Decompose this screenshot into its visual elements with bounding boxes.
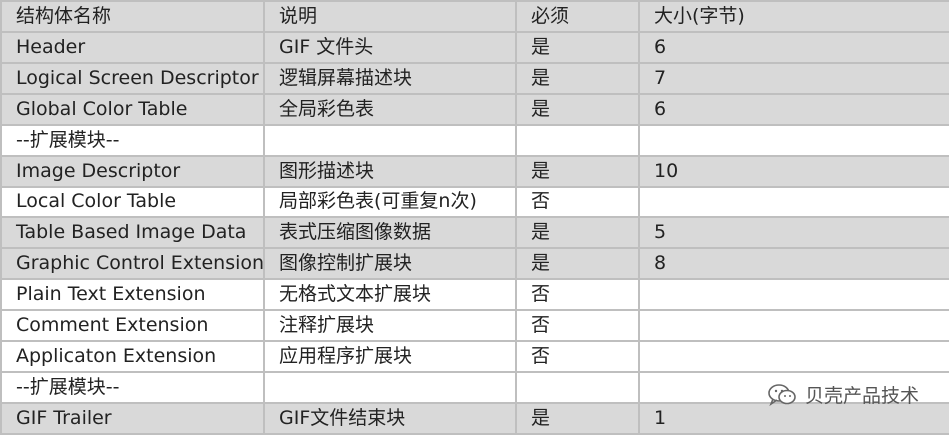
row-required-cell: 是 bbox=[515, 216, 640, 250]
row-desc-cell: 图像控制扩展块 bbox=[263, 247, 517, 281]
table-row: Global Color Table 全局彩色表 是 6 bbox=[0, 92, 949, 126]
row-size-cell: 5 bbox=[638, 216, 949, 250]
table-row: Applicaton Extension 应用程序扩展块 否 bbox=[0, 340, 949, 374]
table-row: Table Based Image Data 表式压缩图像数据 是 5 bbox=[0, 216, 949, 250]
row-required-cell: 否 bbox=[515, 278, 640, 312]
wechat-icon bbox=[767, 382, 797, 408]
row-name-cell: Image Descriptor bbox=[0, 154, 265, 188]
watermark: 贝壳产品技术 bbox=[767, 381, 919, 408]
row-name-cell: Graphic Control Extension bbox=[0, 247, 265, 281]
row-desc-cell: GIF 文件头 bbox=[263, 30, 517, 64]
row-desc-cell: 局部彩色表(可重复n次) bbox=[263, 185, 517, 219]
row-required-cell: 否 bbox=[515, 185, 640, 219]
table-header-row: 结构体名称 说明 必须 大小(字节) bbox=[0, 0, 949, 33]
row-required-cell: 是 bbox=[515, 154, 640, 188]
row-size-cell bbox=[638, 309, 949, 343]
row-required-cell: 是 bbox=[515, 247, 640, 281]
row-required-cell: 否 bbox=[515, 309, 640, 343]
row-name-cell: --扩展模块-- bbox=[0, 371, 265, 404]
table-row: Plain Text Extension 无格式文本扩展块 否 bbox=[0, 278, 949, 312]
row-name-cell: Plain Text Extension bbox=[0, 278, 265, 312]
row-desc-cell: 图形描述块 bbox=[263, 154, 517, 188]
row-required-cell: 否 bbox=[515, 340, 640, 374]
watermark-text: 贝壳产品技术 bbox=[804, 385, 919, 407]
row-name-cell: Local Color Table bbox=[0, 185, 265, 219]
row-size-cell bbox=[638, 123, 949, 157]
row-name-cell: --扩展模块-- bbox=[0, 123, 265, 157]
header-cell-size: 大小(字节) bbox=[638, 0, 949, 33]
row-desc-cell: 表式压缩图像数据 bbox=[263, 216, 517, 250]
row-size-cell: 7 bbox=[638, 61, 949, 95]
row-desc-cell: 应用程序扩展块 bbox=[263, 340, 517, 374]
row-required-cell: 是 bbox=[515, 92, 640, 126]
table-row: Graphic Control Extension 图像控制扩展块 是 8 bbox=[0, 247, 949, 281]
header-cell-desc: 说明 bbox=[263, 0, 517, 33]
row-name-cell: Logical Screen Descriptor bbox=[0, 61, 265, 95]
row-required-cell: 是 bbox=[515, 61, 640, 95]
row-desc-cell: 注释扩展块 bbox=[263, 309, 517, 343]
row-size-cell: 6 bbox=[638, 92, 949, 126]
row-size-cell: 10 bbox=[638, 154, 949, 188]
row-desc-cell bbox=[263, 371, 517, 404]
row-desc-cell bbox=[263, 123, 517, 157]
row-name-cell: GIF Trailer bbox=[0, 401, 265, 435]
table-row: --扩展模块-- bbox=[0, 123, 949, 157]
row-name-cell: Global Color Table bbox=[0, 92, 265, 126]
row-required-cell: 是 bbox=[515, 401, 640, 435]
table-row: Comment Extension 注释扩展块 否 bbox=[0, 309, 949, 343]
row-desc-cell: 全局彩色表 bbox=[263, 92, 517, 126]
row-size-cell: 8 bbox=[638, 247, 949, 281]
row-name-cell: Header bbox=[0, 30, 265, 64]
row-size-cell bbox=[638, 340, 949, 374]
table-row: Logical Screen Descriptor 逻辑屏幕描述块 是 7 bbox=[0, 61, 949, 95]
row-required-cell bbox=[515, 371, 640, 404]
row-name-cell: Applicaton Extension bbox=[0, 340, 265, 374]
row-desc-cell: 逻辑屏幕描述块 bbox=[263, 61, 517, 95]
table-row: Local Color Table 局部彩色表(可重复n次) 否 bbox=[0, 185, 949, 219]
header-cell-required: 必须 bbox=[515, 0, 640, 33]
table-row: Header GIF 文件头 是 6 bbox=[0, 30, 949, 64]
row-size-cell bbox=[638, 185, 949, 219]
table-row: Image Descriptor 图形描述块 是 10 bbox=[0, 154, 949, 188]
row-desc-cell: 无格式文本扩展块 bbox=[263, 278, 517, 312]
gif-structure-table: 结构体名称 说明 必须 大小(字节) Header GIF 文件头 是 6 Lo… bbox=[0, 0, 949, 435]
row-required-cell bbox=[515, 123, 640, 157]
header-cell-name: 结构体名称 bbox=[0, 0, 265, 33]
row-name-cell: Comment Extension bbox=[0, 309, 265, 343]
row-required-cell: 是 bbox=[515, 30, 640, 64]
row-desc-cell: GIF文件结束块 bbox=[263, 401, 517, 435]
row-size-cell bbox=[638, 278, 949, 312]
row-size-cell: 6 bbox=[638, 30, 949, 64]
row-name-cell: Table Based Image Data bbox=[0, 216, 265, 250]
